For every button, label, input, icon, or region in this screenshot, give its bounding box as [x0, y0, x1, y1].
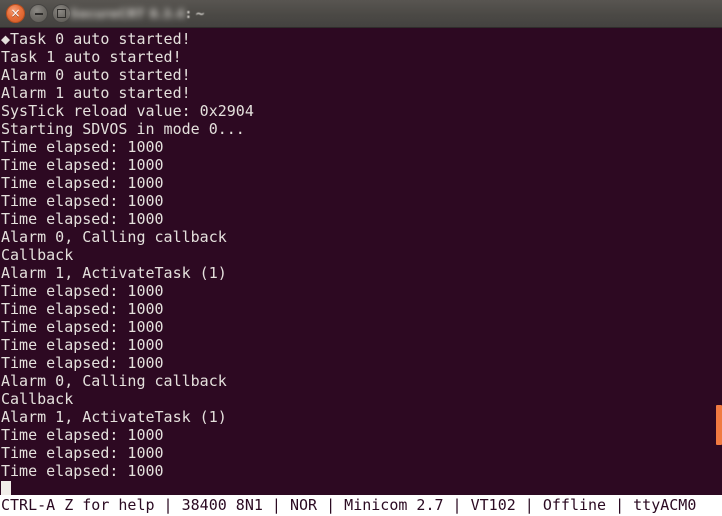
close-button[interactable]: × [6, 4, 25, 23]
terminal-line: Alarm 0 auto started! [1, 66, 191, 84]
terminal-line: Callback [1, 246, 74, 264]
window-title: SecureCRT 8.3.4 : ~ [70, 0, 205, 28]
terminal-line: Time elapsed: 1000 [1, 300, 164, 318]
terminal-line: Time elapsed: 1000 [1, 192, 164, 210]
terminal-line: Time elapsed: 1000 [1, 318, 164, 336]
maximize-button[interactable] [52, 4, 71, 23]
terminal-line: Alarm 0, Calling callback [1, 228, 227, 246]
minimize-icon [34, 12, 43, 15]
terminal-line: Time elapsed: 1000 [1, 336, 164, 354]
maximize-icon [57, 9, 66, 18]
terminal-line: Time elapsed: 1000 [1, 426, 164, 444]
terminal-line: Time elapsed: 1000 [1, 282, 164, 300]
minimize-button[interactable] [29, 4, 48, 23]
terminal-line: Time elapsed: 1000 [1, 156, 164, 174]
window-controls: × [6, 4, 71, 23]
terminal-line: Alarm 1 auto started! [1, 84, 191, 102]
terminal-line: Time elapsed: 1000 [1, 174, 164, 192]
terminal-window: × SecureCRT 8.3.4 : ~ ◆Task 0 auto start… [0, 0, 722, 516]
window-titlebar: × SecureCRT 8.3.4 : ~ [0, 0, 722, 28]
terminal-line: Alarm 1, ActivateTask (1) [1, 264, 227, 282]
terminal-line: Time elapsed: 1000 [1, 138, 164, 156]
terminal-line: SysTick reload value: 0x2904 [1, 102, 254, 120]
terminal-screen: ◆Task 0 auto started! Task 1 auto started… [0, 30, 722, 480]
window-title-text: SecureCRT 8.3.4 [70, 7, 186, 21]
terminal-line: Time elapsed: 1000 [1, 444, 164, 462]
scrollbar-thumb[interactable] [716, 405, 722, 445]
terminal-line: Time elapsed: 1000 [1, 462, 164, 480]
terminal-line: Alarm 0, Calling callback [1, 372, 227, 390]
terminal-line: Alarm 1, ActivateTask (1) [1, 408, 227, 426]
terminal-line: Task 1 auto started! [1, 48, 182, 66]
terminal-line: Callback [1, 390, 74, 408]
terminal-line: Starting SDVOS in mode 0... [1, 120, 245, 138]
terminal-line: Time elapsed: 1000 [1, 354, 164, 372]
window-title-suffix: : ~ [186, 7, 206, 21]
terminal-line: Time elapsed: 1000 [1, 210, 164, 228]
terminal-cursor [1, 481, 11, 495]
minicom-status-bar: CTRL-A Z for help | 38400 8N1 | NOR | Mi… [0, 495, 722, 516]
close-icon: × [10, 5, 21, 20]
terminal-line: ◆Task 0 auto started! [1, 30, 191, 48]
terminal-output-area[interactable]: ◆Task 0 auto started! Task 1 auto started… [0, 28, 722, 495]
scrollbar-track[interactable] [716, 28, 722, 495]
